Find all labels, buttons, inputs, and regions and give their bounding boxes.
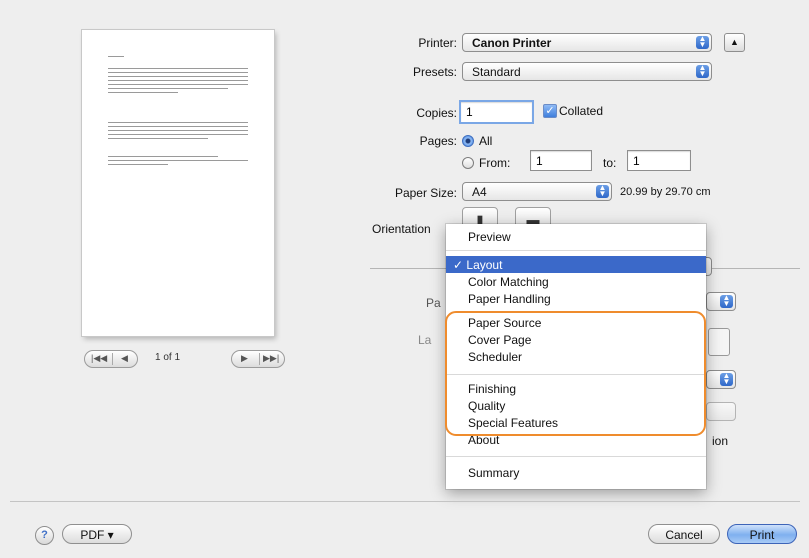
popup-arrows-icon: ▲ ▼ — [696, 64, 709, 78]
orientation-label: Orientation — [372, 222, 431, 236]
printer-label: Printer: — [418, 36, 457, 50]
popup-arrows-icon: ▲ ▼ — [596, 184, 609, 198]
pages-to-field[interactable] — [627, 150, 691, 171]
menu-item-layout-label: Layout — [466, 258, 503, 272]
menu-item-special-features[interactable]: Special Features — [468, 416, 558, 430]
paper-size-popup[interactable]: A4 ▲ ▼ — [462, 182, 612, 201]
preview-page — [82, 30, 274, 336]
pages-from-radio[interactable] — [462, 157, 474, 169]
checkmark-icon: ✓ — [545, 105, 555, 117]
menu-item-scheduler[interactable]: Scheduler — [468, 350, 522, 364]
pages-from-input[interactable] — [531, 151, 591, 170]
page-indicator: 1 of 1 — [155, 352, 181, 363]
preview-nav-back-group: |◀◀ ◀ — [84, 350, 138, 368]
pages-from-label: From: — [479, 156, 511, 170]
menu-item-finishing[interactable]: Finishing — [468, 382, 516, 396]
menu-item-cover-page[interactable]: Cover Page — [468, 333, 531, 347]
presets-value: Standard — [472, 65, 521, 79]
help-button[interactable]: ? — [35, 526, 54, 545]
popup-arrows-icon: ▲ ▼ — [720, 372, 733, 386]
menu-item-preview[interactable]: Preview — [468, 230, 511, 244]
paper-size-value: A4 — [472, 185, 487, 199]
footer-divider — [10, 501, 800, 502]
last-page-button[interactable]: ▶▶| — [263, 353, 279, 364]
pdf-button[interactable]: PDF ▾ — [62, 524, 132, 544]
printer-value: Canon Printer — [472, 36, 552, 50]
popup-arrows-icon: ▲ ▼ — [720, 294, 733, 308]
paper-dimensions: 20.99 by 29.70 cm — [620, 186, 711, 198]
obscured-popup-disabled — [706, 402, 736, 421]
print-button[interactable]: Print — [727, 524, 797, 544]
pages-label: Pages: — [419, 134, 457, 148]
checkmark-icon: ✓ — [453, 258, 467, 272]
presets-label: Presets: — [412, 65, 457, 79]
collated-checkbox[interactable]: ✓ — [543, 104, 557, 118]
pages-all-label: All — [479, 134, 493, 148]
pages-all-radio[interactable] — [462, 135, 474, 147]
obscured-popup[interactable]: ▲ ▼ — [706, 370, 736, 389]
triangle-up-icon: ▲ — [730, 37, 739, 47]
pages-to-input[interactable] — [628, 151, 690, 170]
printer-popup[interactable]: Canon Printer ▲ ▼ — [462, 33, 712, 52]
copies-label: Copies: — [416, 106, 457, 120]
obscured-label: Pa — [426, 296, 441, 310]
menu-item-summary[interactable]: Summary — [468, 466, 519, 480]
previous-page-button[interactable]: ◀ — [121, 353, 128, 364]
collated-label: Collated — [559, 104, 604, 118]
menu-item-paper-source[interactable]: Paper Source — [468, 316, 541, 330]
next-page-button[interactable]: ▶ — [241, 353, 248, 364]
copies-input[interactable] — [461, 102, 532, 122]
popup-arrows-icon: ▲ ▼ — [696, 35, 709, 49]
paper-size-label: Paper Size: — [394, 186, 457, 200]
presets-popup[interactable]: Standard ▲ ▼ — [462, 62, 712, 81]
cancel-button[interactable]: Cancel — [648, 524, 720, 544]
pages-to-label: to: — [603, 156, 617, 170]
disclosure-button[interactable]: ▲ — [724, 33, 745, 52]
menu-item-color-matching[interactable]: Color Matching — [468, 275, 549, 289]
obscured-label: ion — [712, 434, 729, 448]
copies-field[interactable] — [459, 100, 534, 124]
pages-from-field[interactable] — [530, 150, 592, 171]
panel-menu: Preview ✓ Layout Color Matching Paper Ha… — [446, 224, 706, 489]
obscured-layout-icon — [708, 328, 730, 356]
menu-item-layout[interactable]: ✓ Layout — [453, 258, 502, 272]
menu-item-quality[interactable]: Quality — [468, 399, 505, 413]
obscured-label: La — [418, 333, 432, 347]
first-page-button[interactable]: |◀◀ — [91, 353, 107, 364]
obscured-popup[interactable]: ▲ ▼ — [706, 292, 736, 311]
menu-item-paper-handling[interactable]: Paper Handling — [468, 292, 551, 306]
menu-item-about[interactable]: About — [468, 433, 499, 447]
help-icon: ? — [41, 529, 48, 541]
preview-nav-forward-group: ▶ ▶▶| — [231, 350, 285, 368]
